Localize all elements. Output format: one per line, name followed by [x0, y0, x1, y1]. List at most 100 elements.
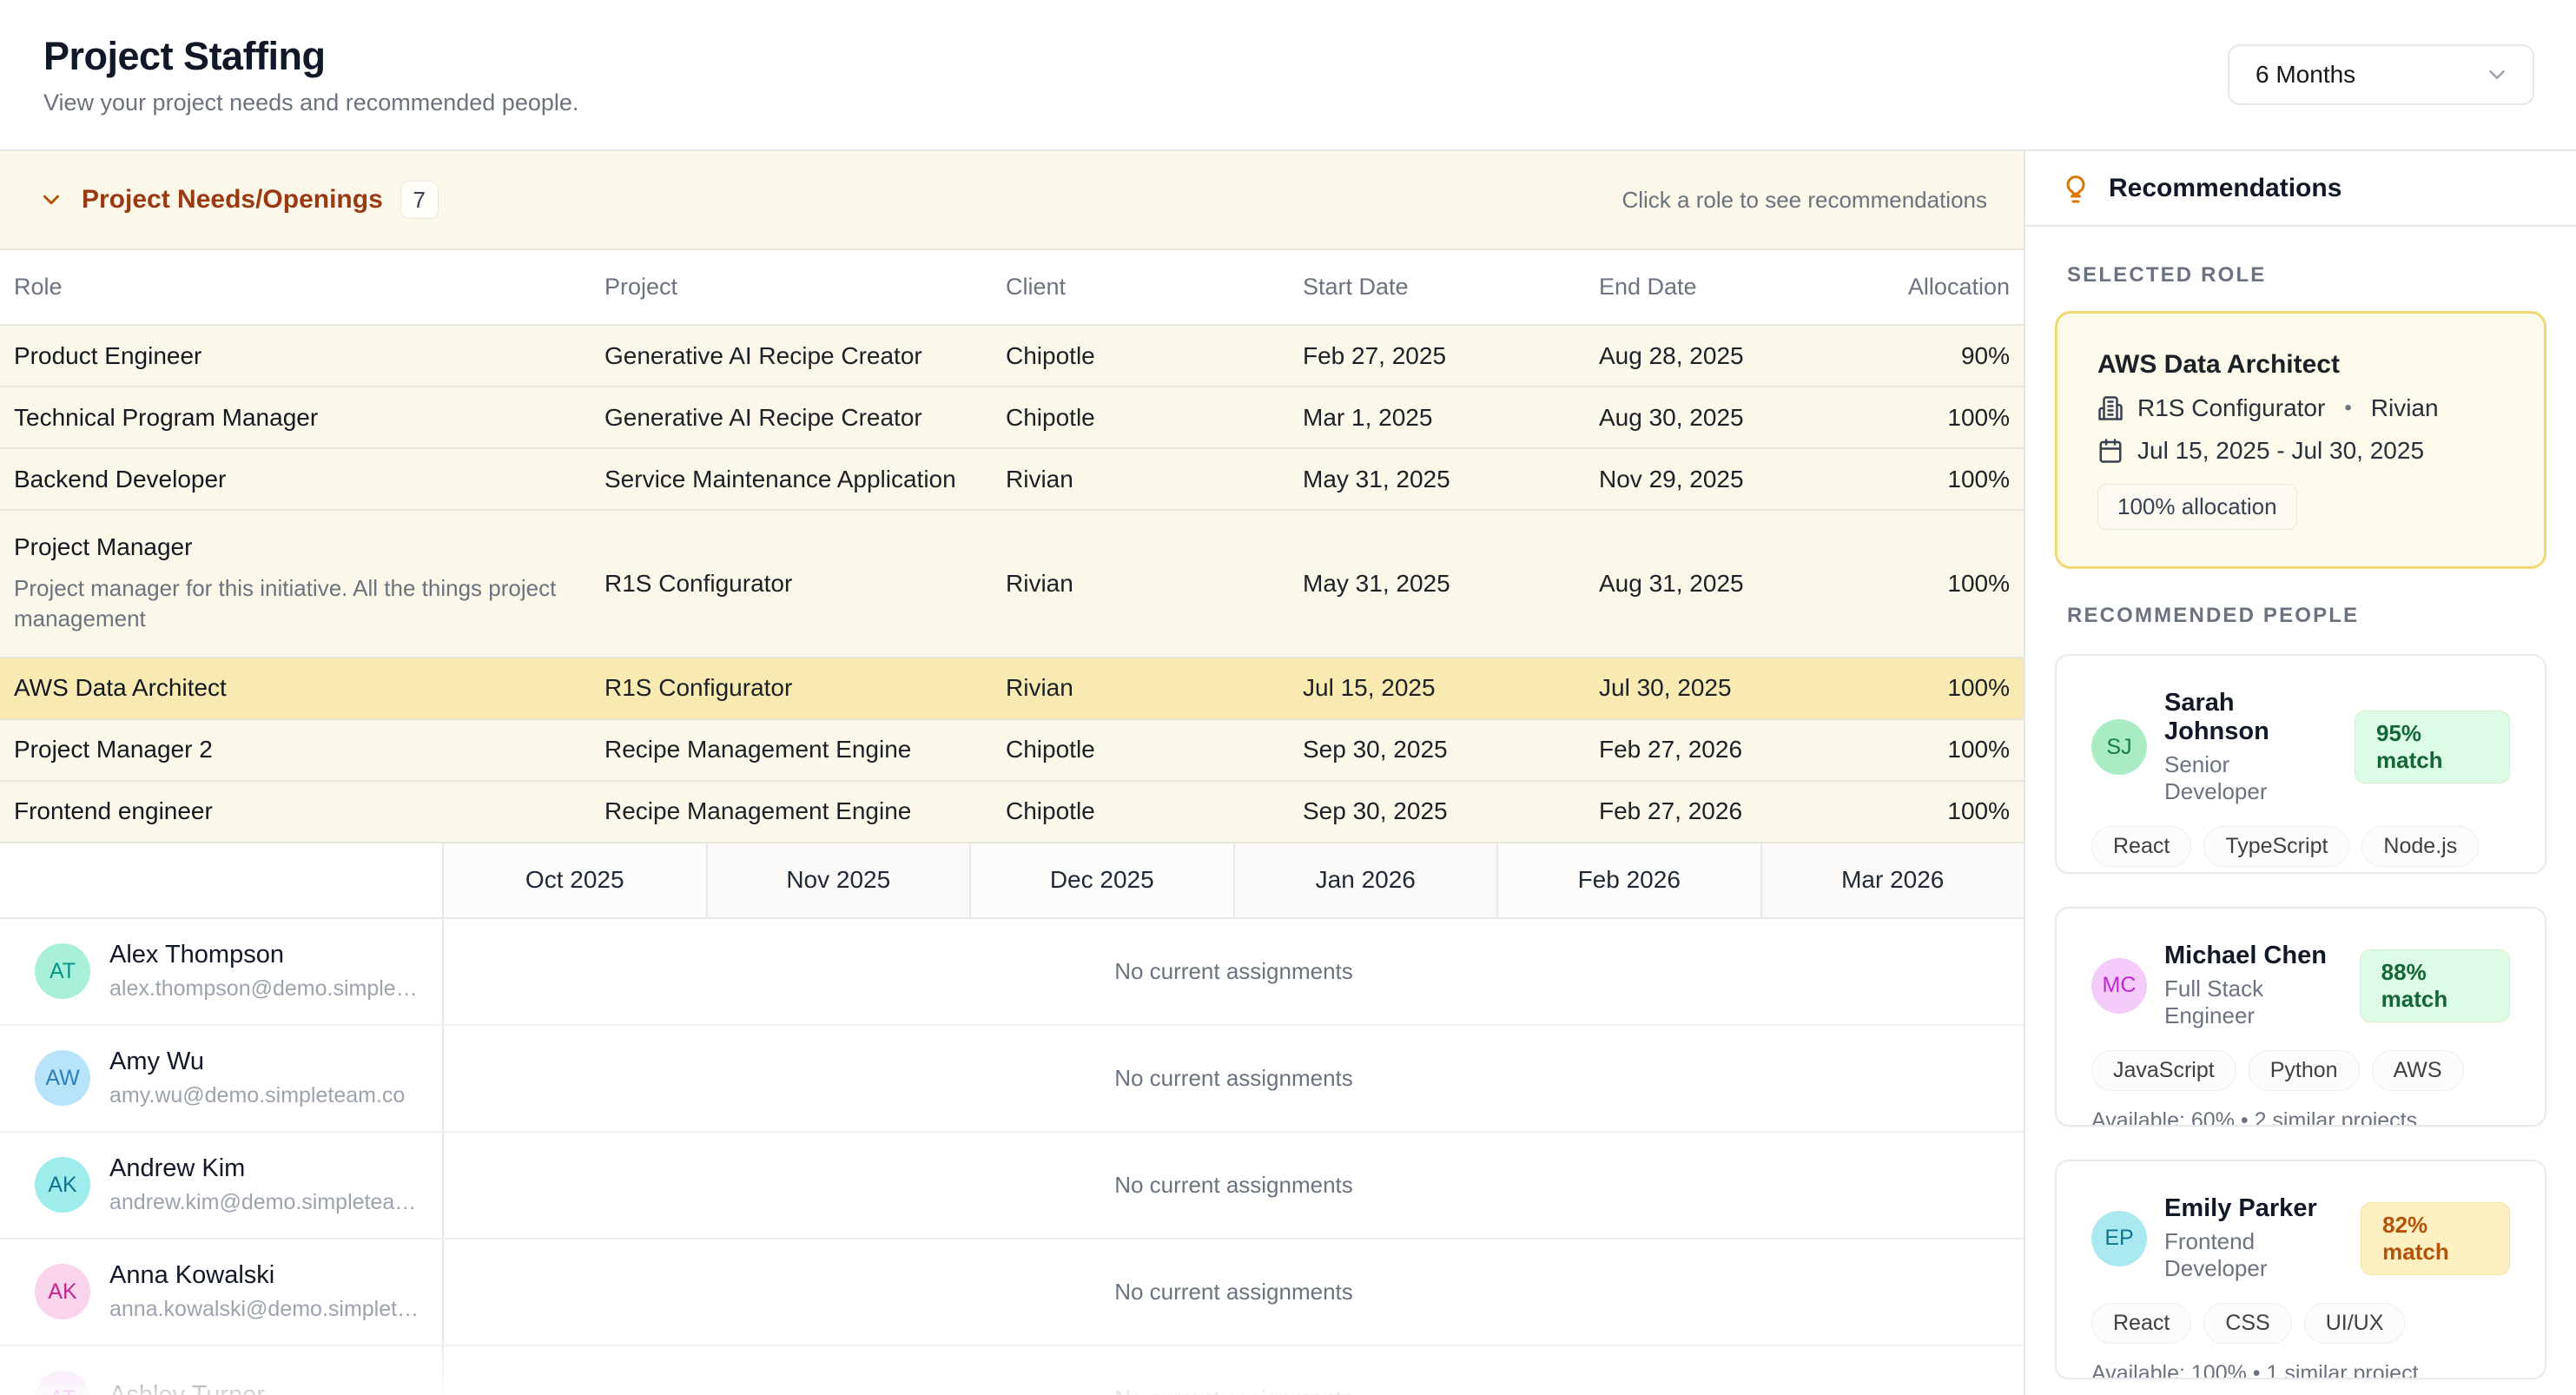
- recommendations-title: Recommendations: [2109, 174, 2342, 203]
- person-timeline: No current assignments: [442, 1240, 2024, 1345]
- column-header-role: Role: [14, 274, 604, 301]
- person-email: andrew.kim@demo.simpletea…: [109, 1190, 416, 1215]
- person-row[interactable]: AK Andrew Kim andrew.kim@demo.simpletea……: [0, 1133, 2024, 1240]
- column-header-end-date: End Date: [1599, 274, 1859, 301]
- avatar: AK: [35, 1264, 90, 1319]
- assignment-status: No current assignments: [1114, 1385, 1353, 1395]
- person-email: anna.kowalski@demo.simplet…: [109, 1297, 419, 1322]
- time-range-select[interactable]: 6 Months: [2228, 44, 2534, 105]
- needs-hint-text: Click a role to see recommendations: [1622, 187, 1987, 214]
- project-staffing-app: Project Staffing View your project needs…: [0, 0, 2576, 1395]
- person-row[interactable]: AT Alex Thompson alex.thompson@demo.simp…: [0, 919, 2024, 1026]
- person-row[interactable]: AK Anna Kowalski anna.kowalski@demo.simp…: [0, 1240, 2024, 1346]
- timeline-month: Oct 2025: [442, 843, 706, 917]
- avatar: AT: [35, 1371, 90, 1395]
- timeline-month: Jan 2026: [1233, 843, 1497, 917]
- timeline-month: Nov 2025: [706, 843, 970, 917]
- recommended-person-card[interactable]: MC Michael Chen Full Stack Engineer 88% …: [2055, 907, 2546, 1127]
- person-name: Anna Kowalski: [109, 1261, 419, 1290]
- availability-text: Available: 60% • 2 similar projects: [2091, 1108, 2510, 1127]
- avatar: AK: [35, 1157, 90, 1213]
- role-row[interactable]: Frontend engineer Recipe Management Engi…: [0, 782, 2024, 843]
- skill-tag: AWS: [2372, 1050, 2464, 1091]
- person-timeline: No current assignments: [442, 1133, 2024, 1238]
- page-title-block: Project Staffing View your project needs…: [43, 34, 578, 116]
- person-name: Ashley Turner: [109, 1381, 265, 1395]
- role-row[interactable]: Project Manager 2 Recipe Management Engi…: [0, 720, 2024, 782]
- role-row-selected[interactable]: AWS Data Architect R1S Configurator Rivi…: [0, 658, 2024, 720]
- avatar: MC: [2091, 958, 2147, 1014]
- project-needs-header[interactable]: Project Needs/Openings 7 Click a role to…: [0, 151, 2024, 250]
- skill-tag: Node.js: [2361, 826, 2479, 867]
- match-badge: 82% match: [2361, 1202, 2510, 1275]
- timeline-spacer: [0, 843, 442, 917]
- person-timeline: No current assignments: [442, 1026, 2024, 1131]
- separator-dot: •: [2344, 396, 2351, 420]
- role-row[interactable]: Backend Developer Service Maintenance Ap…: [0, 449, 2024, 511]
- match-badge: 88% match: [2360, 949, 2510, 1022]
- avatar: AW: [35, 1050, 90, 1106]
- person-name: Andrew Kim: [109, 1154, 416, 1183]
- recommended-people-label: RECOMMENDED PEOPLE: [2067, 604, 2546, 628]
- chevron-down-icon: [2484, 62, 2510, 88]
- lightbulb-icon: [2060, 173, 2091, 204]
- skill-tag: JavaScript: [2091, 1050, 2236, 1091]
- recommended-person-card[interactable]: SJ Sarah Johnson Senior Developer 95% ma…: [2055, 654, 2546, 874]
- calendar-icon: [2097, 438, 2124, 464]
- recommendations-header: Recommendations: [2025, 151, 2576, 227]
- skill-tag: UI/UX: [2304, 1303, 2406, 1344]
- selected-role-project: R1S Configurator: [2137, 394, 2325, 422]
- timeline-month: Feb 2026: [1496, 843, 1760, 917]
- person-title: Senior Developer: [2164, 751, 2337, 805]
- project-needs-section: Project Needs/Openings 7 Click a role to…: [0, 151, 2024, 843]
- time-range-value: 6 Months: [2256, 61, 2355, 89]
- section-title: Project Needs/Openings: [82, 185, 383, 215]
- timeline-month: Mar 2026: [1760, 843, 2024, 917]
- person-name: Sarah Johnson: [2164, 689, 2337, 746]
- assignment-status: No current assignments: [1114, 1172, 1353, 1199]
- page-title: Project Staffing: [43, 34, 578, 79]
- person-timeline: No current assignments: [442, 919, 2024, 1024]
- person-name: Emily Parker: [2164, 1194, 2343, 1223]
- timeline-month-header: Oct 2025 Nov 2025 Dec 2025 Jan 2026 Feb …: [0, 843, 2024, 919]
- availability-text: Available: 100% • 1 similar project: [2091, 1361, 2510, 1379]
- page-subtitle: View your project needs and recommended …: [43, 89, 578, 116]
- person-title: Frontend Developer: [2164, 1228, 2343, 1282]
- avatar: SJ: [2091, 719, 2147, 775]
- recommended-person-card[interactable]: EP Emily Parker Frontend Developer 82% m…: [2055, 1160, 2546, 1379]
- assignment-status: No current assignments: [1114, 1279, 1353, 1306]
- assignment-status: No current assignments: [1114, 958, 1353, 985]
- person-name: Michael Chen: [2164, 942, 2342, 970]
- selected-role-client: Rivian: [2371, 394, 2439, 422]
- selected-role-name: AWS Data Architect: [2097, 350, 2504, 380]
- recommendations-panel: Recommendations SELECTED ROLE AWS Data A…: [2025, 151, 2576, 1395]
- allocation-badge: 100% allocation: [2097, 484, 2297, 530]
- person-name: Alex Thompson: [109, 941, 418, 969]
- building-icon: [2097, 395, 2124, 421]
- person-email: alex.thompson@demo.simple…: [109, 976, 418, 1002]
- role-row[interactable]: Technical Program Manager Generative AI …: [0, 387, 2024, 449]
- chevron-down-icon[interactable]: [38, 187, 64, 213]
- person-title: Full Stack Engineer: [2164, 975, 2342, 1029]
- timeline-month: Dec 2025: [969, 843, 1233, 917]
- skill-tag: React: [2091, 826, 2191, 867]
- role-description: Project manager for this initiative. All…: [14, 573, 587, 634]
- person-email: amy.wu@demo.simpleteam.co: [109, 1083, 405, 1108]
- person-row[interactable]: AT Ashley Turner No current assignments: [0, 1346, 2024, 1395]
- person-row[interactable]: AW Amy Wu amy.wu@demo.simpleteam.co No c…: [0, 1026, 2024, 1133]
- column-header-start-date: Start Date: [1303, 274, 1599, 301]
- selected-role-label: SELECTED ROLE: [2067, 263, 2546, 288]
- page-header: Project Staffing View your project needs…: [0, 0, 2576, 151]
- selected-role-dates: Jul 15, 2025 - Jul 30, 2025: [2137, 437, 2424, 465]
- match-badge: 95% match: [2355, 711, 2510, 783]
- role-row[interactable]: Project Manager Project manager for this…: [0, 511, 2024, 658]
- selected-role-card: AWS Data Architect R1S Configurator • Ri…: [2055, 311, 2546, 569]
- needs-table-header: Role Project Client Start Date End Date …: [0, 250, 2024, 326]
- column-header-project: Project: [604, 274, 1006, 301]
- content-split: Project Needs/Openings 7 Click a role to…: [0, 151, 2576, 1395]
- avatar: AT: [35, 943, 90, 999]
- skill-tag: CSS: [2203, 1303, 2291, 1344]
- needs-count-badge: 7: [400, 181, 439, 219]
- assignment-status: No current assignments: [1114, 1065, 1353, 1092]
- role-row[interactable]: Product Engineer Generative AI Recipe Cr…: [0, 326, 2024, 387]
